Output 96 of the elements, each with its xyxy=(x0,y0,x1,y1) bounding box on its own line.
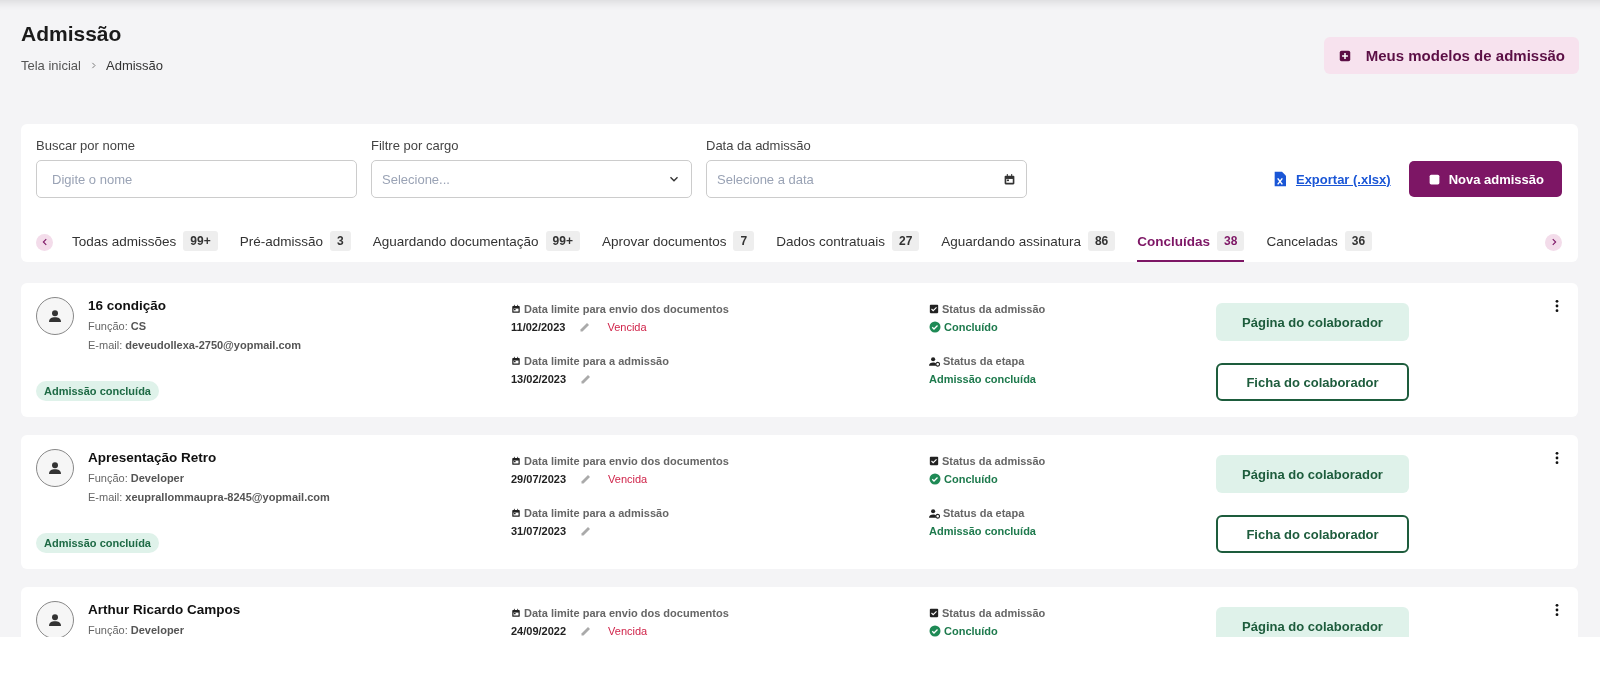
date-label: Data limite para envio dos documentos xyxy=(524,607,729,619)
field-label: Data da admissão xyxy=(706,138,812,153)
checkbox-icon xyxy=(929,608,939,618)
field-label: Filtre por cargo xyxy=(371,138,460,153)
new-admission-button[interactable]: Nova admissão xyxy=(1408,161,1562,197)
tab-count: 3 xyxy=(329,231,351,251)
status-badge: Admissão concluída xyxy=(36,381,159,401)
date-value: 11/02/2023 xyxy=(511,321,566,333)
pencil-icon xyxy=(580,525,593,537)
checkbox-icon xyxy=(929,456,939,466)
tab-count: 7 xyxy=(733,231,755,251)
status-tab[interactable]: Aguardando assinatura 86 xyxy=(941,222,1116,262)
date-label: Data limite para envio dos documentos xyxy=(524,455,729,467)
status-value: Concluído xyxy=(944,625,998,637)
page-title: Admissão xyxy=(21,22,123,46)
tab-count: 99+ xyxy=(183,231,218,251)
export-link[interactable]: Exportar (.xlsx) xyxy=(1271,169,1391,189)
calendar-icon xyxy=(511,456,521,466)
person-icon xyxy=(47,308,63,324)
name-input-field[interactable]: Digite o nome xyxy=(36,160,357,198)
status-tab[interactable]: Canceladas 36 xyxy=(1266,222,1373,262)
chevron-right-icon xyxy=(89,61,98,70)
email-text: E-mail: deveudollexa-2750@yopmail.com xyxy=(88,339,302,351)
tab-label[interactable]: Canceladas xyxy=(1266,233,1338,249)
status-label: Status da admissão xyxy=(942,607,1046,619)
date-label: Data limite para envio dos documentos xyxy=(524,303,729,315)
tab-label[interactable]: Concluídas xyxy=(1137,233,1211,249)
breadcrumb-current: Admissão xyxy=(106,58,164,73)
pencil-icon xyxy=(580,373,593,385)
overdue-label: Vencida xyxy=(608,625,648,637)
check-circle-icon xyxy=(929,321,941,333)
status-tab[interactable]: Pré-admissão 3 xyxy=(239,222,351,262)
status-tab[interactable]: Dados contratuais 27 xyxy=(776,222,920,262)
pencil-icon xyxy=(580,625,593,637)
status-tab[interactable]: Concluídas 38 xyxy=(1137,222,1245,262)
date-value: 24/09/2022 xyxy=(511,625,567,637)
person-icon xyxy=(47,460,63,476)
status-value: Admissão concluída xyxy=(929,525,1036,537)
status-label: Status da admissão xyxy=(942,303,1046,315)
employee-page-button[interactable]: Página do colaborador xyxy=(1216,455,1409,493)
person-name: 16 condição xyxy=(88,298,168,313)
date-label: Data limite para a admissão xyxy=(524,507,669,519)
calendar-icon xyxy=(511,356,521,366)
employee-page-button[interactable]: Página do colaborador xyxy=(1216,607,1409,637)
user-icon xyxy=(929,355,940,367)
tab-count: 36 xyxy=(1344,231,1373,251)
employee-record-button[interactable]: Ficha do colaborador xyxy=(1216,515,1409,553)
tab-label[interactable]: Dados contratuais xyxy=(776,233,885,249)
date-value: 29/07/2023 xyxy=(511,473,567,485)
role-text: Função: Developer xyxy=(88,624,185,636)
tab-count: 38 xyxy=(1217,231,1245,251)
status-tab[interactable]: Aprovar documentos 7 xyxy=(601,222,755,262)
calendar-icon xyxy=(511,508,521,518)
tab-count: 27 xyxy=(891,231,920,251)
check-circle-icon xyxy=(929,473,941,485)
tab-label[interactable]: Todas admissões xyxy=(72,233,177,249)
pencil-icon xyxy=(579,321,592,333)
status-tab[interactable]: Aguardando documentação 99+ xyxy=(372,222,580,262)
field-label: Buscar por nome xyxy=(36,138,136,153)
status-label: Status da etapa xyxy=(943,355,1025,367)
status-tab[interactable]: Todas admissões 99+ xyxy=(72,222,218,262)
overdue-label: Vencida xyxy=(607,321,647,333)
date-label: Data limite para a admissão xyxy=(524,355,669,367)
person-icon xyxy=(47,612,63,628)
scroll-left-button[interactable] xyxy=(36,233,53,251)
calendar-icon xyxy=(511,304,521,314)
role-text: Função: CS xyxy=(88,320,148,332)
employee-record-button[interactable]: Ficha do colaborador xyxy=(1216,363,1409,401)
tab-count: 86 xyxy=(1087,231,1116,251)
status-label: Status da admissão xyxy=(942,455,1046,467)
calendar-icon xyxy=(1003,172,1016,186)
date-value: 13/02/2023 xyxy=(511,373,567,385)
status-label: Status da etapa xyxy=(943,507,1025,519)
person-name: Arthur Ricardo Campos xyxy=(88,602,241,617)
status-value: Admissão concluída xyxy=(929,373,1036,385)
email-text: E-mail: xeuprallommaupra-8245@yopmail.com xyxy=(88,491,330,503)
user-icon xyxy=(929,507,940,519)
checkbox-icon xyxy=(929,304,939,314)
person-name: Apresentação Retro xyxy=(88,450,218,465)
breadcrumb-link[interactable]: Tela inicial xyxy=(21,58,81,73)
overdue-label: Vencida xyxy=(608,473,648,485)
calendar-icon xyxy=(511,608,521,618)
tab-label[interactable]: Pré-admissão xyxy=(239,233,323,249)
tab-count: 99+ xyxy=(545,231,580,251)
date-value: 31/07/2023 xyxy=(511,525,567,537)
status-value: Concluído xyxy=(944,321,998,333)
pencil-icon xyxy=(580,473,593,485)
tab-label[interactable]: Aguardando documentação xyxy=(372,233,539,249)
employee-page-button[interactable]: Página do colaborador xyxy=(1216,303,1409,341)
status-value: Concluído xyxy=(944,473,998,485)
status-badge: Admissão concluída xyxy=(36,533,159,553)
tab-label[interactable]: Aguardando assinatura xyxy=(941,233,1081,249)
scroll-right-button[interactable] xyxy=(1545,233,1562,251)
role-text: Função: Developer xyxy=(88,472,185,484)
templates-button[interactable]: Meus modelos de admissão xyxy=(1323,37,1579,74)
tab-label[interactable]: Aprovar documentos xyxy=(601,233,727,249)
